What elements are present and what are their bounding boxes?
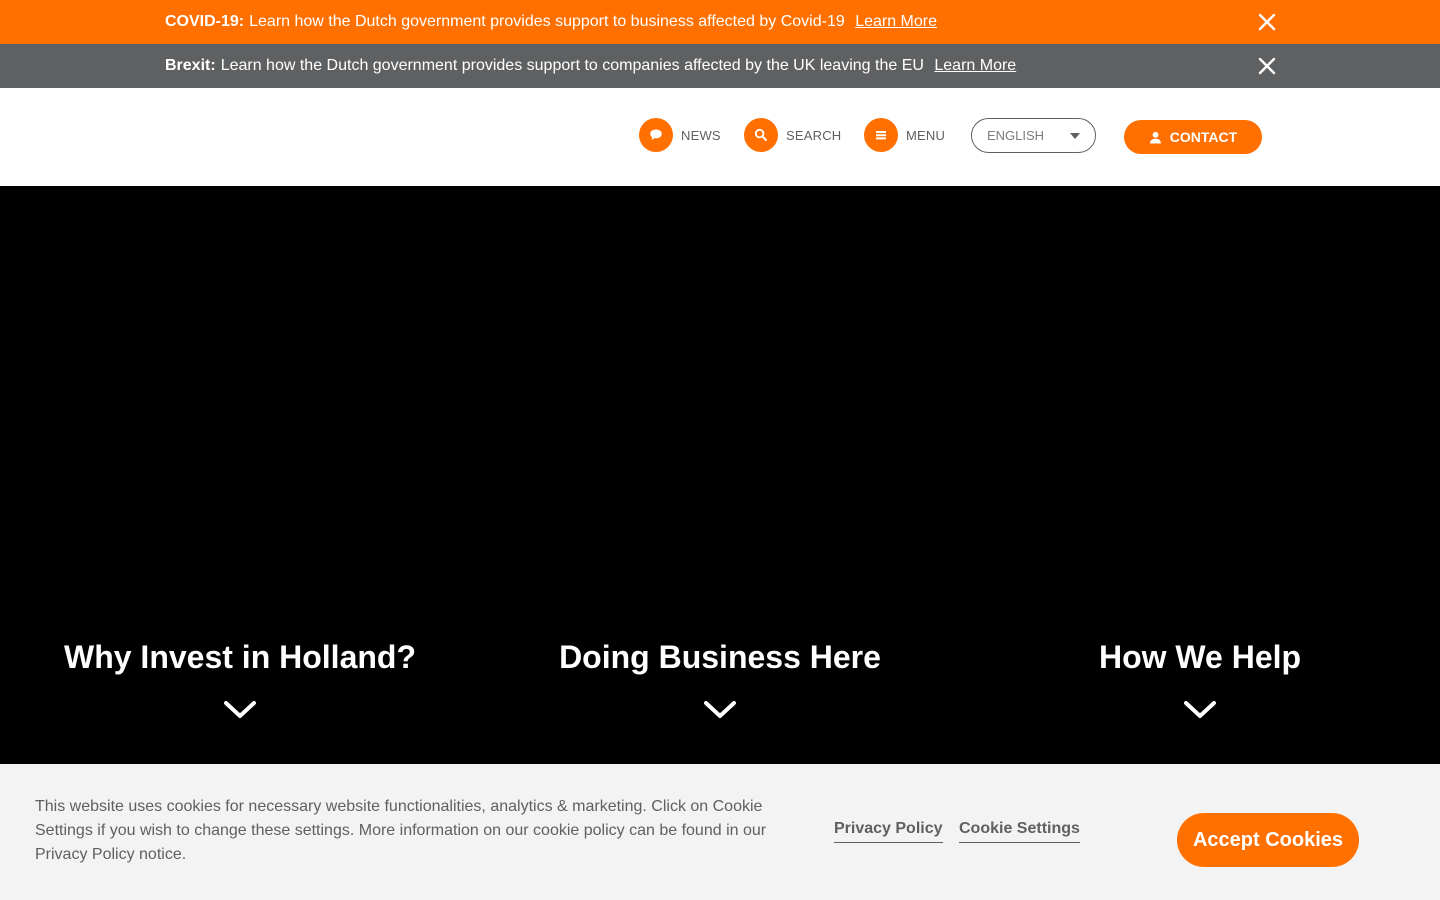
language-select[interactable]: ENGLISH (971, 118, 1096, 153)
nav-menu-button[interactable]: MENU (864, 118, 945, 152)
user-icon (1149, 131, 1161, 143)
covid-banner-message: COVID-19: Learn how the Dutch government … (165, 0, 937, 43)
hamburger-icon (864, 118, 898, 152)
hero-title: Why Invest in Holland? (63, 639, 416, 675)
hero-title: How We Help (1098, 639, 1302, 675)
brexit-banner-close-icon[interactable] (1257, 56, 1277, 76)
covid-banner: COVID-19: Learn how the Dutch government … (0, 0, 1440, 44)
chat-bubble-icon (639, 118, 673, 152)
cookie-settings-link[interactable]: Cookie Settings (959, 820, 1080, 843)
brexit-learn-more-link[interactable]: Learn More (934, 57, 1016, 74)
hero-how-we-help[interactable]: How We Help (960, 636, 1440, 720)
nav-news-button[interactable]: NEWS (639, 118, 721, 152)
chevron-down-icon (1184, 701, 1216, 718)
hero-title: Doing Business Here (559, 639, 881, 675)
covid-banner-text: Learn how the Dutch government provides … (249, 13, 845, 30)
cookie-banner-text: This website uses cookies for necessary … (35, 798, 767, 863)
brexit-banner-label: Brexit: (165, 57, 216, 74)
privacy-policy-link[interactable]: Privacy Policy (834, 820, 943, 843)
contact-button-label: CONTACT (1169, 129, 1238, 145)
covid-banner-close-icon[interactable] (1257, 12, 1277, 32)
nav-menu-label: MENU (906, 127, 946, 143)
language-selected-value: ENGLISH (987, 128, 1045, 143)
search-icon (744, 118, 778, 152)
brexit-banner: Brexit: Learn how the Dutch government pr… (0, 44, 1440, 88)
chevron-down-icon (704, 701, 736, 718)
caret-down-icon (1070, 133, 1080, 139)
brexit-banner-message: Brexit: Learn how the Dutch government pr… (165, 44, 1016, 87)
cookie-banner: This website uses cookies for necessary … (0, 764, 1440, 900)
covid-learn-more-link[interactable]: Learn More (855, 13, 937, 30)
nav-search-button[interactable]: SEARCH (744, 118, 841, 152)
hero-why-invest[interactable]: Why Invest in Holland? (0, 636, 480, 720)
site-header: NEWS SEARCH MENU ENGLISH CONTACT (0, 88, 1440, 186)
brexit-banner-text: Learn how the Dutch government provides … (220, 57, 924, 74)
nav-news-label: NEWS (681, 127, 721, 143)
hero-doing-business[interactable]: Doing Business Here (480, 636, 960, 720)
nav-search-label: SEARCH (786, 127, 842, 143)
contact-button[interactable]: CONTACT (1124, 120, 1262, 154)
covid-banner-label: COVID-19: (165, 13, 245, 30)
accept-cookies-button[interactable]: Accept Cookies (1177, 813, 1359, 867)
hero-section: Why Invest in Holland? Doing Business He… (0, 186, 1440, 764)
chevron-down-icon (224, 701, 256, 718)
